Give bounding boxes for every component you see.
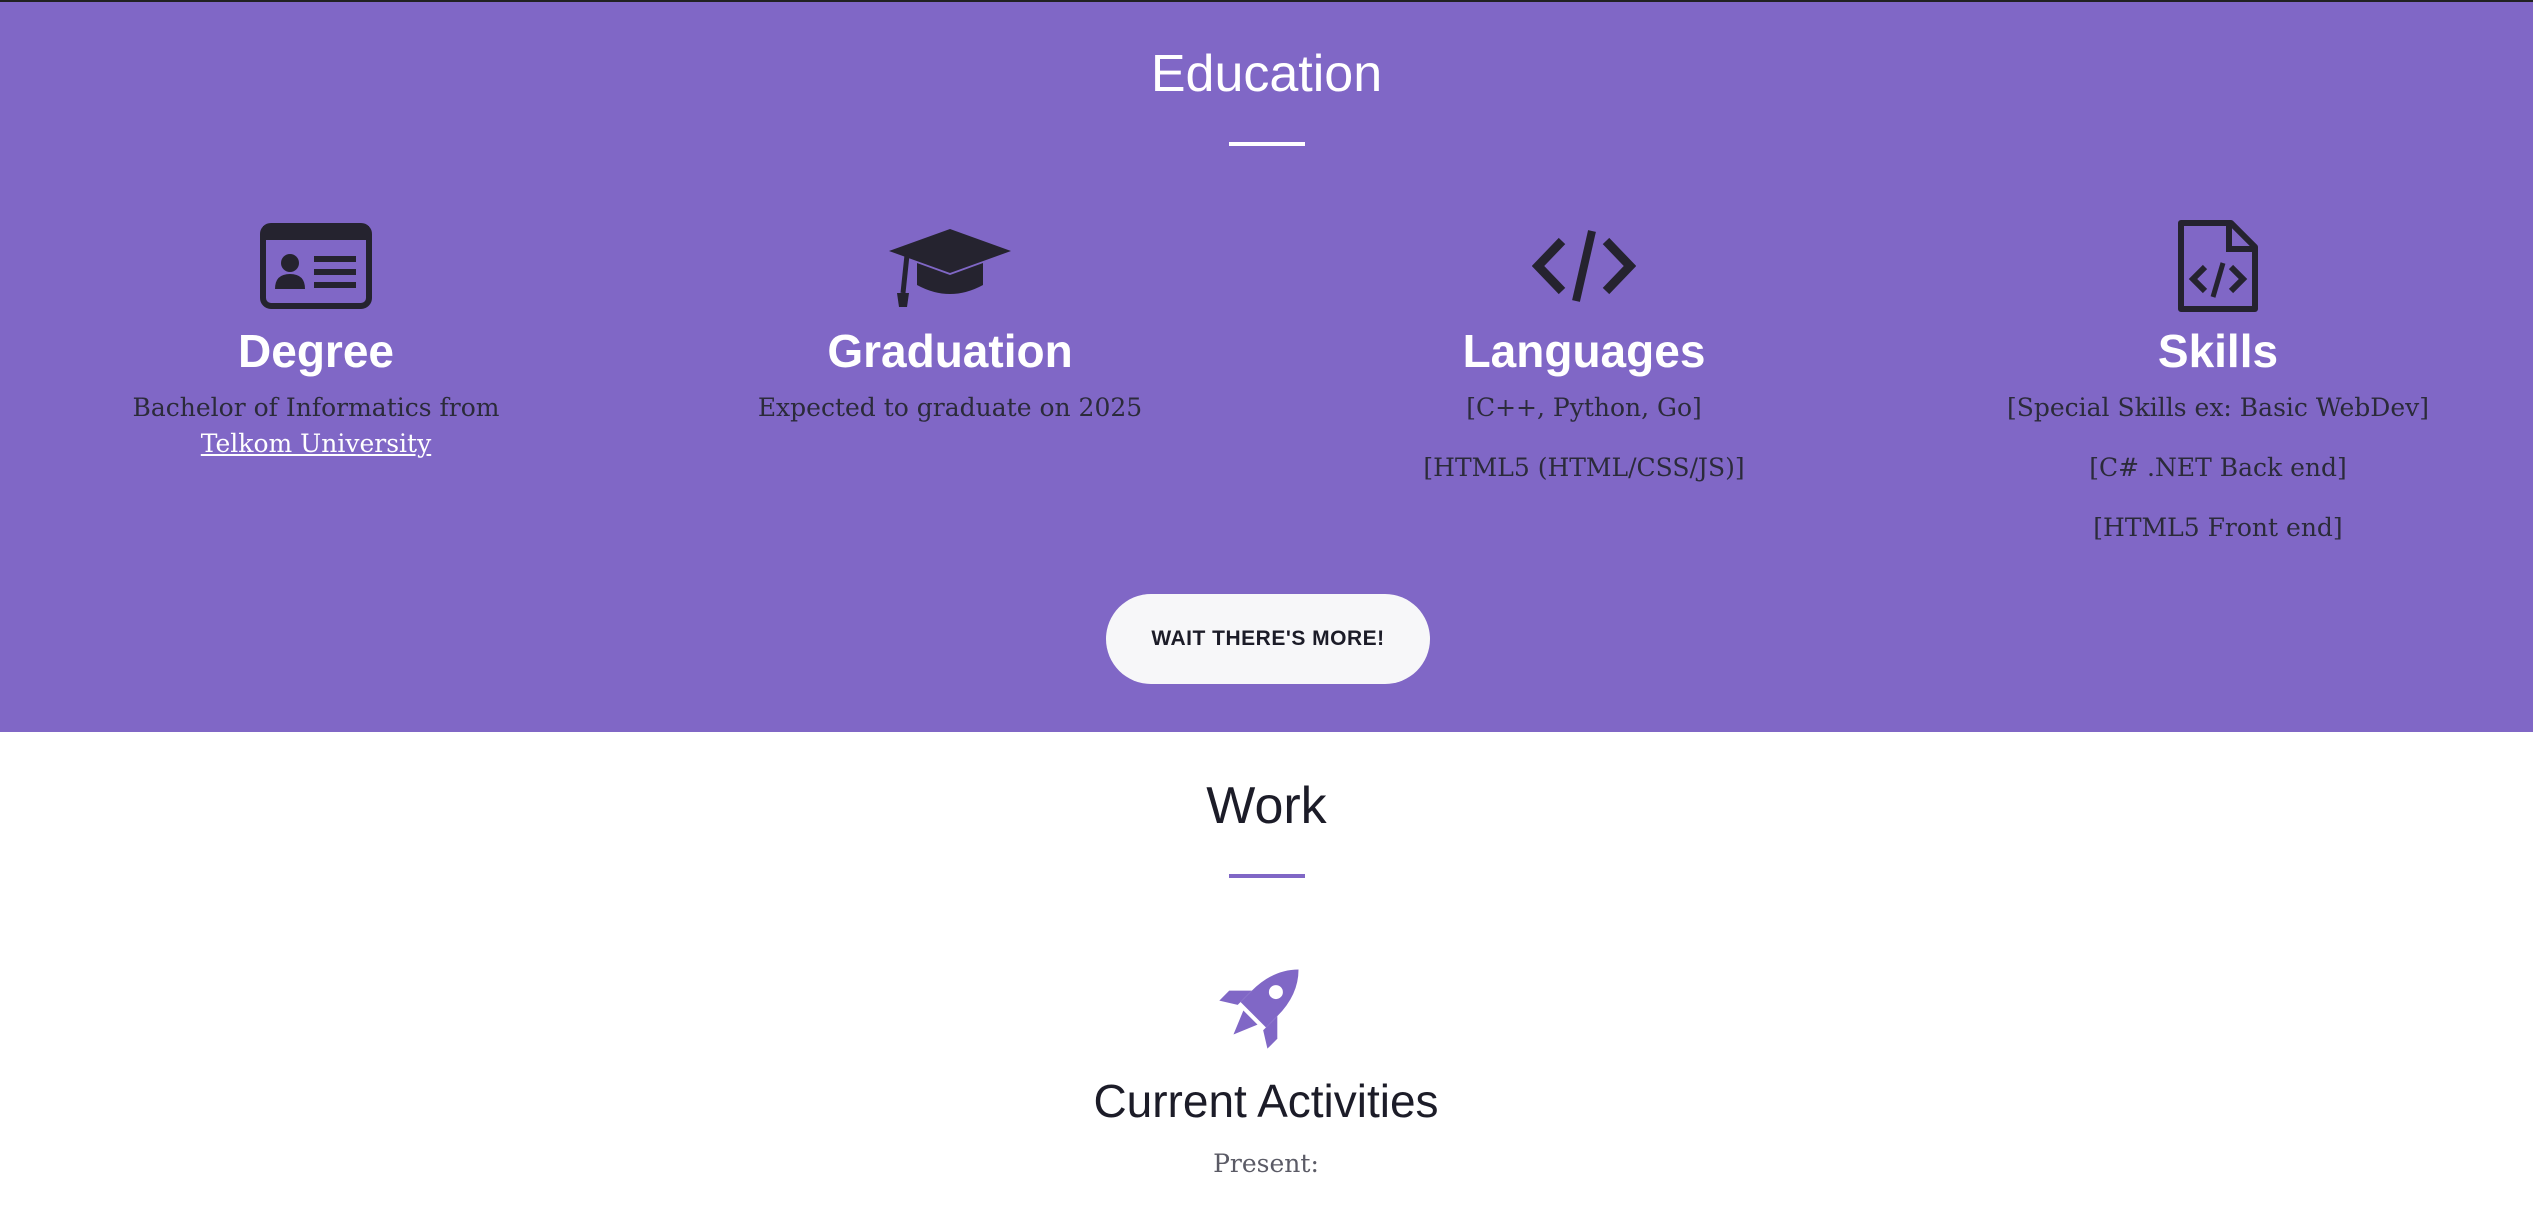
rocket-icon xyxy=(966,954,1566,1050)
languages-heading: Languages xyxy=(1462,325,1706,377)
section-title-education: Education xyxy=(1150,45,1383,103)
work-section: Work Current Activities Present: xyxy=(0,732,2533,1222)
education-col-degree: Degree Bachelor of Informatics from Telk… xyxy=(36,218,596,486)
graduation-cap-icon xyxy=(670,218,1230,314)
wait-theres-more-button[interactable]: WAIT THERE'S MORE! xyxy=(1106,594,1430,684)
degree-text: Bachelor of Informatics from Telkom Univ… xyxy=(36,390,596,462)
work-item-current-activities: Current Activities Present: xyxy=(966,954,1566,1182)
telkom-university-link[interactable]: Telkom University xyxy=(201,429,431,458)
code-file-icon xyxy=(1938,218,2498,314)
skills-item-1: [Special Skills ex: Basic WebDev] xyxy=(2006,393,2430,422)
languages-item-2: [HTML5 (HTML/CSS/JS)] xyxy=(1423,453,1745,482)
skills-heading: Skills xyxy=(2157,325,2279,377)
section-divider-work xyxy=(1229,874,1305,878)
top-border xyxy=(0,0,2533,2)
current-activities-text: Present: xyxy=(1213,1149,1319,1178)
id-card-icon xyxy=(36,218,596,314)
degree-description: Bachelor of Informatics from xyxy=(132,393,500,422)
graduation-text: Expected to graduate on 2025 xyxy=(757,393,1143,422)
skills-item-3: [HTML5 Front end] xyxy=(2093,513,2343,542)
education-section: Education Degree Bachelor of Informatics… xyxy=(0,0,2533,732)
languages-item-1: [C++, Python, Go] xyxy=(1466,393,1702,422)
degree-heading: Degree xyxy=(238,325,394,377)
education-col-skills: Skills [Special Skills ex: Basic WebDev]… xyxy=(1938,218,2498,570)
section-divider xyxy=(1229,142,1305,146)
education-col-graduation: Graduation Expected to graduate on 2025 xyxy=(670,218,1230,450)
code-icon xyxy=(1304,218,1864,314)
education-col-languages: Languages [C++, Python, Go] [HTML5 (HTML… xyxy=(1304,218,1864,510)
section-title-work: Work xyxy=(1206,777,1327,835)
skills-item-2: [C# .NET Back end] xyxy=(2089,453,2347,482)
current-activities-heading: Current Activities xyxy=(1093,1075,1439,1127)
graduation-heading: Graduation xyxy=(827,325,1073,377)
